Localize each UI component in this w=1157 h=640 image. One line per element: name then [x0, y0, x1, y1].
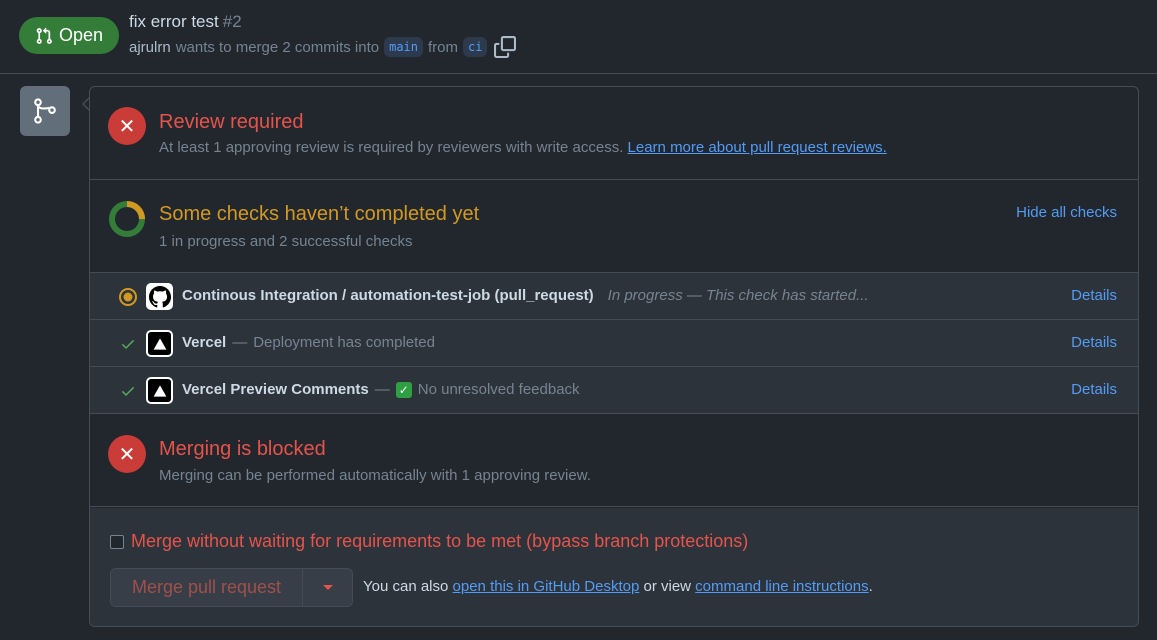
- merge-pull-request-button[interactable]: Merge pull request: [111, 569, 302, 606]
- check-separator: —: [374, 381, 390, 398]
- also-prefix: You can also: [363, 578, 449, 595]
- blocked-section: ✕ Merging is blocked Merging can be perf…: [90, 414, 1138, 507]
- pr-meta-text: wants to merge 2 commits into: [175, 38, 380, 56]
- blocked-subtitle: Merging can be performed automatically w…: [159, 467, 591, 484]
- copy-icon[interactable]: [494, 36, 517, 58]
- bypass-row: Merge without waiting for requirements t…: [110, 531, 748, 552]
- merge-action-section: Merge without waiting for requirements t…: [90, 508, 1138, 626]
- blocked-failed-icon: ✕: [108, 435, 146, 473]
- review-section: ✕ Review required At least 1 approving r…: [90, 87, 1138, 180]
- command-line-link[interactable]: command line instructions: [695, 578, 868, 595]
- check-name: Vercel Preview Comments: [182, 381, 369, 398]
- pr-header: Open fix error test #2 ajrulrn wants to m…: [0, 0, 1157, 74]
- bypass-checkbox[interactable]: [110, 534, 124, 549]
- review-subtitle: At least 1 approving review is required …: [159, 139, 624, 156]
- check-text: Vercel Preview Comments — ✓ No unresolve…: [182, 381, 580, 398]
- pull-request-icon: [36, 27, 52, 44]
- check-details-link[interactable]: Details: [1071, 287, 1117, 304]
- check-row: Continous Integration / automation-test-…: [90, 273, 1138, 320]
- merge-alternatives-text: You can also open this in GitHub Desktop…: [363, 578, 873, 595]
- merge-options-dropdown-button[interactable]: [302, 569, 352, 606]
- pr-state-label: Open: [58, 25, 104, 45]
- bypass-label[interactable]: Merge without waiting for requirements t…: [131, 531, 748, 552]
- base-branch[interactable]: main: [384, 37, 424, 57]
- check-text: Continous Integration / automation-test-…: [182, 287, 869, 304]
- check-details-link[interactable]: Details: [1071, 381, 1117, 398]
- check-separator: —: [232, 334, 248, 351]
- review-failed-icon: ✕: [108, 107, 146, 145]
- review-subtitle-row: At least 1 approving review is required …: [159, 139, 887, 156]
- git-merge-icon-box: [20, 86, 70, 136]
- pr-author[interactable]: ajrulrn: [129, 39, 171, 56]
- checks-title: Some checks haven’t completed yet: [159, 203, 480, 225]
- merge-box: ✕ Review required At least 1 approving r…: [89, 86, 1139, 627]
- check-description: No unresolved feedback: [417, 381, 580, 398]
- review-title: Review required: [159, 111, 304, 133]
- git-branch-icon: [34, 98, 56, 124]
- hide-all-checks-link[interactable]: Hide all checks: [1016, 204, 1117, 221]
- check-success-icon: [118, 381, 138, 401]
- checks-section: Some checks haven’t completed yet 1 in p…: [90, 180, 1138, 273]
- suffix-text: .: [868, 578, 873, 595]
- check-name: Vercel: [182, 334, 227, 351]
- checks-progress-ring-icon: [109, 201, 145, 237]
- in-progress-icon: [118, 287, 138, 307]
- check-text: Vercel — Deployment has completed: [182, 334, 435, 351]
- checks-subtitle: 1 in progress and 2 successful checks: [159, 233, 413, 250]
- check-details-link[interactable]: Details: [1071, 334, 1117, 351]
- vercel-logo-icon: [146, 377, 173, 404]
- check-description: Deployment has completed: [253, 334, 435, 351]
- check-description: In progress — This check has started...: [607, 287, 869, 304]
- pr-state-badge: Open: [19, 17, 119, 54]
- vercel-logo-icon: [146, 330, 173, 357]
- pr-meta: ajrulrn wants to merge 2 commits into ma…: [129, 36, 517, 58]
- github-desktop-link[interactable]: open this in GitHub Desktop: [453, 578, 640, 595]
- pr-title-text: fix error test: [129, 12, 219, 31]
- review-learn-more-link[interactable]: Learn more about pull request reviews.: [628, 139, 887, 156]
- caret-down-icon: [322, 585, 333, 590]
- head-branch[interactable]: ci: [463, 37, 488, 57]
- check-row: Vercel Preview Comments — ✓ No unresolve…: [90, 367, 1138, 414]
- github-logo-icon: [146, 283, 173, 310]
- pr-number: #2: [222, 12, 242, 31]
- blocked-title: Merging is blocked: [159, 438, 326, 460]
- checked-box-icon: ✓: [395, 381, 412, 398]
- or-view-text: or view: [643, 578, 691, 595]
- from-text: from: [428, 38, 459, 56]
- check-name: Continous Integration / automation-test-…: [182, 287, 594, 304]
- check-row: Vercel — Deployment has completed Detail…: [90, 320, 1138, 367]
- pr-title: fix error test #2: [129, 12, 242, 32]
- merge-button-group: Merge pull request: [110, 568, 353, 607]
- check-success-icon: [118, 334, 138, 354]
